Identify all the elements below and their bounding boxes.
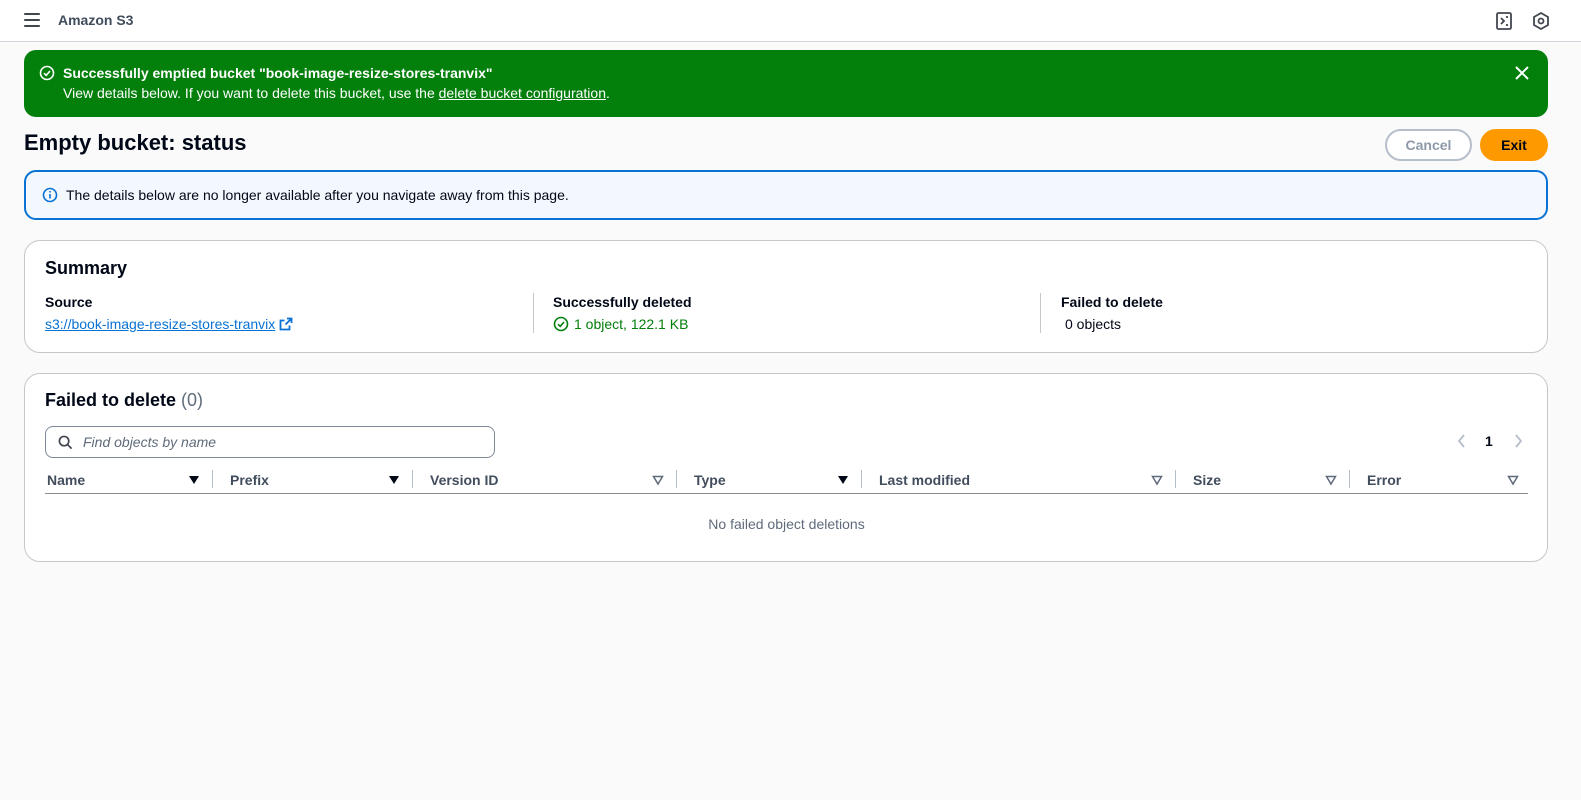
column-header-label: Last modified xyxy=(879,472,971,488)
sort-icon[interactable] xyxy=(1507,474,1519,486)
success-flash-banner: Successfully emptied bucket "book-image-… xyxy=(24,50,1548,117)
column-header-type[interactable]: Type xyxy=(677,468,862,494)
success-check-icon xyxy=(553,316,569,332)
external-link-icon[interactable] xyxy=(279,317,293,331)
column-divider xyxy=(533,293,534,333)
summary-heading: Summary xyxy=(45,258,128,278)
close-icon[interactable] xyxy=(1514,65,1530,81)
failed-column: Failed to delete 0 objects xyxy=(1061,294,1163,332)
menu-icon[interactable] xyxy=(24,13,40,27)
info-alert: The details below are no longer availabl… xyxy=(24,170,1548,220)
column-header-label: Type xyxy=(694,472,726,488)
info-text: The details below are no longer availabl… xyxy=(66,187,569,203)
exit-button[interactable]: Exit xyxy=(1480,129,1548,161)
failed-value: 0 objects xyxy=(1065,316,1122,332)
failed-label: Failed to delete xyxy=(1061,294,1163,310)
success-check-icon xyxy=(39,65,55,81)
source-value-row: s3://book-image-resize-stores-tranvix xyxy=(45,316,293,332)
failed-count: (0) xyxy=(181,390,204,410)
delete-bucket-configuration-link[interactable]: delete bucket configuration xyxy=(439,85,606,101)
deleted-label: Successfully deleted xyxy=(553,294,692,310)
column-header-error[interactable]: Error xyxy=(1350,468,1528,494)
search-field[interactable] xyxy=(45,426,495,458)
failed-heading-title: Failed to delete xyxy=(45,390,177,410)
column-header-label: Prefix xyxy=(230,472,269,488)
column-header-prefix[interactable]: Prefix xyxy=(213,468,413,494)
sort-descending-icon[interactable] xyxy=(837,474,849,486)
source-label: Source xyxy=(45,294,93,310)
column-header-size[interactable]: Size xyxy=(1176,468,1350,494)
cancel-button[interactable]: Cancel xyxy=(1385,129,1472,161)
previous-page-icon[interactable] xyxy=(1455,433,1469,449)
next-page-icon[interactable] xyxy=(1511,433,1525,449)
search-input[interactable] xyxy=(81,432,481,452)
sort-descending-icon[interactable] xyxy=(188,474,200,486)
app-title: Amazon S3 xyxy=(58,12,134,28)
sort-icon[interactable] xyxy=(1325,474,1337,486)
column-header-label: Error xyxy=(1367,472,1402,488)
flash-body: View details below. If you want to delet… xyxy=(63,85,610,101)
notifications-icon[interactable] xyxy=(1494,11,1514,31)
failed-heading: Failed to delete (0) xyxy=(45,390,203,411)
top-bar: Amazon S3 xyxy=(0,0,1581,42)
info-icon xyxy=(42,187,58,203)
deleted-column: Successfully deleted 1 object, 122.1 KB xyxy=(553,294,692,332)
flash-body-prefix: View details below. If you want to delet… xyxy=(63,85,439,101)
column-header-label: Name xyxy=(47,472,86,488)
summary-container: Summary Source s3://book-image-resize-st… xyxy=(24,240,1548,353)
empty-table-message: No failed object deletions xyxy=(708,516,865,532)
source-column: Source s3://book-image-resize-stores-tra… xyxy=(45,294,293,332)
deleted-value-row: 1 object, 122.1 KB xyxy=(553,316,692,332)
column-divider xyxy=(1040,293,1041,333)
flash-title: Successfully emptied bucket "book-image-… xyxy=(63,65,493,81)
page-title: Empty bucket: status xyxy=(24,130,247,155)
flash-body-suffix: . xyxy=(605,85,610,101)
failed-to-delete-container: Failed to delete (0) 1 Name Prefix Versi… xyxy=(24,373,1548,562)
settings-icon[interactable] xyxy=(1531,11,1551,31)
column-header-last-modified[interactable]: Last modified xyxy=(862,468,1176,494)
column-header-label: Version ID xyxy=(430,472,499,488)
sort-icon[interactable] xyxy=(652,474,664,486)
source-bucket-link[interactable]: s3://book-image-resize-stores-tranvix xyxy=(45,316,275,332)
column-header-label: Size xyxy=(1193,472,1222,488)
deleted-value: 1 object, 122.1 KB xyxy=(574,316,689,332)
page-number[interactable]: 1 xyxy=(1485,433,1493,449)
sort-descending-icon[interactable] xyxy=(388,474,400,486)
table-header: Name Prefix Version ID Type Last modifie… xyxy=(45,468,1528,494)
search-icon xyxy=(58,435,73,450)
sort-icon[interactable] xyxy=(1151,474,1163,486)
column-header-name[interactable]: Name xyxy=(45,468,215,494)
column-header-version-id[interactable]: Version ID xyxy=(413,468,676,494)
